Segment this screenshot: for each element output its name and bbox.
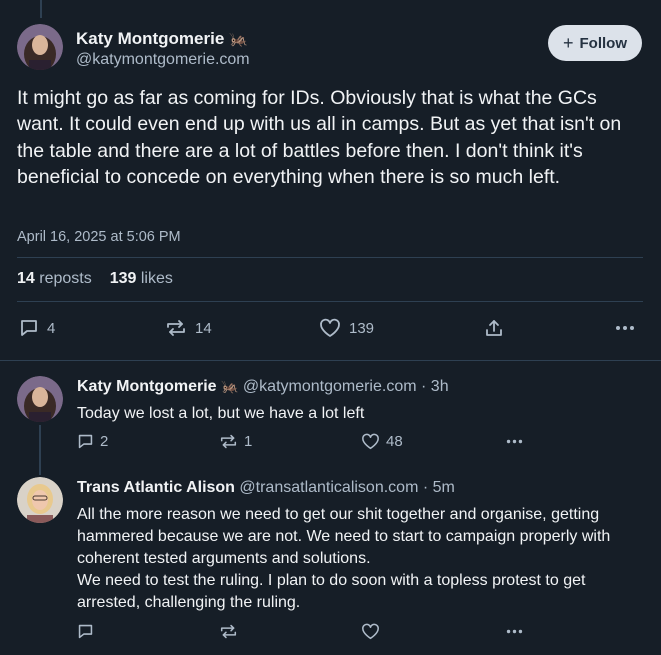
reply-button[interactable]: 4 xyxy=(19,318,55,338)
reply-author-avatar[interactable] xyxy=(17,477,63,523)
reply-author-handle[interactable]: @katymontgomerie.com xyxy=(243,378,417,395)
post-timestamp[interactable]: April 16, 2025 at 5:06 PM xyxy=(17,229,181,245)
repost-button[interactable]: 1 xyxy=(219,433,252,450)
reply-icon xyxy=(77,623,94,640)
more-icon xyxy=(614,318,636,338)
reposts-stat[interactable]: 14 reposts xyxy=(17,270,92,288)
author-name[interactable]: Katy Montgomerie 🦗 xyxy=(76,29,248,49)
share-icon xyxy=(484,318,504,338)
like-icon xyxy=(361,623,380,640)
like-button[interactable]: 48 xyxy=(361,433,403,450)
repost-button[interactable]: 14 xyxy=(165,318,212,338)
like-button[interactable] xyxy=(361,623,386,640)
more-options-button[interactable] xyxy=(505,623,524,640)
repost-button[interactable] xyxy=(219,623,244,640)
author-avatar[interactable] xyxy=(17,24,63,70)
divider xyxy=(17,301,643,302)
likes-stat[interactable]: 139 likes xyxy=(110,270,173,288)
repost-icon xyxy=(219,433,238,450)
reply-author-name[interactable]: Trans Atlantic Alison xyxy=(77,479,235,496)
reply-author-avatar[interactable] xyxy=(17,376,63,422)
reply-author-handle[interactable]: @transatlanticalison.com xyxy=(239,479,418,496)
reply-author-name[interactable]: Katy Montgomerie xyxy=(77,378,217,395)
reply-header: Katy Montgomerie 🦗 @katymontgomerie.com … xyxy=(77,378,449,396)
follow-button[interactable]: + Follow xyxy=(548,25,642,61)
reply-time[interactable]: · 5m xyxy=(423,479,455,496)
reply-icon xyxy=(19,318,39,338)
like-icon xyxy=(319,318,341,338)
divider xyxy=(17,257,643,258)
reply-text: Today we lost a lot, but we have a lot l… xyxy=(77,405,365,422)
thread-connector xyxy=(40,0,42,18)
more-icon xyxy=(505,433,524,450)
author-emoji: 🦗 xyxy=(221,378,239,394)
post-stats: 14 reposts 139 likes xyxy=(17,270,173,288)
author-emoji: 🦗 xyxy=(229,31,248,48)
more-icon xyxy=(505,623,524,640)
section-separator xyxy=(0,360,661,361)
share-button[interactable] xyxy=(484,318,504,338)
plus-icon: + xyxy=(562,32,574,53)
reply-header: Trans Atlantic Alison @transatlanticalis… xyxy=(77,479,455,497)
like-button[interactable]: 139 xyxy=(319,318,374,338)
reply-text: All the more reason we need to get our s… xyxy=(77,504,647,614)
repost-icon xyxy=(165,318,187,338)
like-icon xyxy=(361,433,380,450)
more-options-button[interactable] xyxy=(505,433,524,450)
reply-button[interactable] xyxy=(77,623,100,640)
reply-time[interactable]: · 3h xyxy=(421,378,449,395)
repost-icon xyxy=(219,623,238,640)
reply-paragraph: All the more reason we need to get our s… xyxy=(77,506,611,567)
reply-paragraph: We need to test the ruling. I plan to do… xyxy=(77,572,586,611)
post-text: It might go as far as coming for IDs. Ob… xyxy=(17,87,622,189)
reply-icon xyxy=(77,433,94,450)
thread-connector xyxy=(39,425,41,475)
author-handle[interactable]: @katymontgomerie.com xyxy=(76,51,250,69)
reply-button[interactable]: 2 xyxy=(77,433,108,450)
more-options-button[interactable] xyxy=(614,318,636,338)
